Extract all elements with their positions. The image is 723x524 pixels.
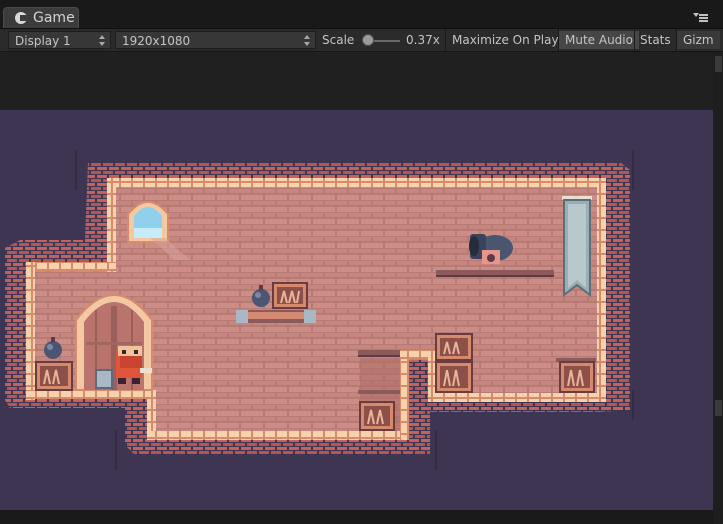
- crate: [435, 361, 473, 393]
- game-toolbar: Display 1 1920x1080 Scale 0.37x Maximize…: [0, 29, 723, 52]
- block: [95, 369, 113, 389]
- game-view-letterbox-top: [0, 52, 713, 110]
- scale-label: Scale: [322, 33, 355, 47]
- scale-value: 0.37x: [406, 33, 440, 47]
- gizmos-dropdown[interactable]: Gizm: [677, 31, 720, 49]
- maximize-on-play-toggle[interactable]: Maximize On Play: [446, 31, 565, 49]
- stats-toggle[interactable]: Stats: [634, 31, 677, 49]
- tab-game[interactable]: Game: [3, 7, 79, 28]
- crate: [272, 282, 308, 309]
- display-dropdown[interactable]: Display 1: [8, 31, 111, 49]
- banner: [562, 196, 592, 298]
- window-menu-icon[interactable]: [693, 12, 711, 24]
- game-view-letterbox-bottom: [0, 510, 713, 524]
- crate: [35, 361, 73, 391]
- vertical-scrollbar[interactable]: [713, 52, 723, 524]
- unity-game-icon: [15, 12, 27, 24]
- mute-audio-toggle[interactable]: Mute Audio: [559, 31, 639, 49]
- scale-slider-thumb[interactable]: [362, 34, 374, 46]
- game-scene: [5, 150, 634, 470]
- crate: [359, 401, 395, 431]
- platform: [236, 310, 316, 323]
- resolution-dropdown[interactable]: 1920x1080: [115, 31, 316, 49]
- crate: [559, 361, 595, 393]
- resolution-label: 1920x1080: [122, 34, 191, 48]
- dropdown-arrows-icon: [304, 35, 310, 46]
- display-label: Display 1: [15, 34, 71, 48]
- tab-label: Game: [33, 10, 75, 26]
- game-viewport[interactable]: [0, 110, 713, 510]
- window-tab-bar: Game: [0, 0, 723, 29]
- crate: [435, 333, 473, 361]
- dropdown-arrows-icon: [99, 35, 105, 46]
